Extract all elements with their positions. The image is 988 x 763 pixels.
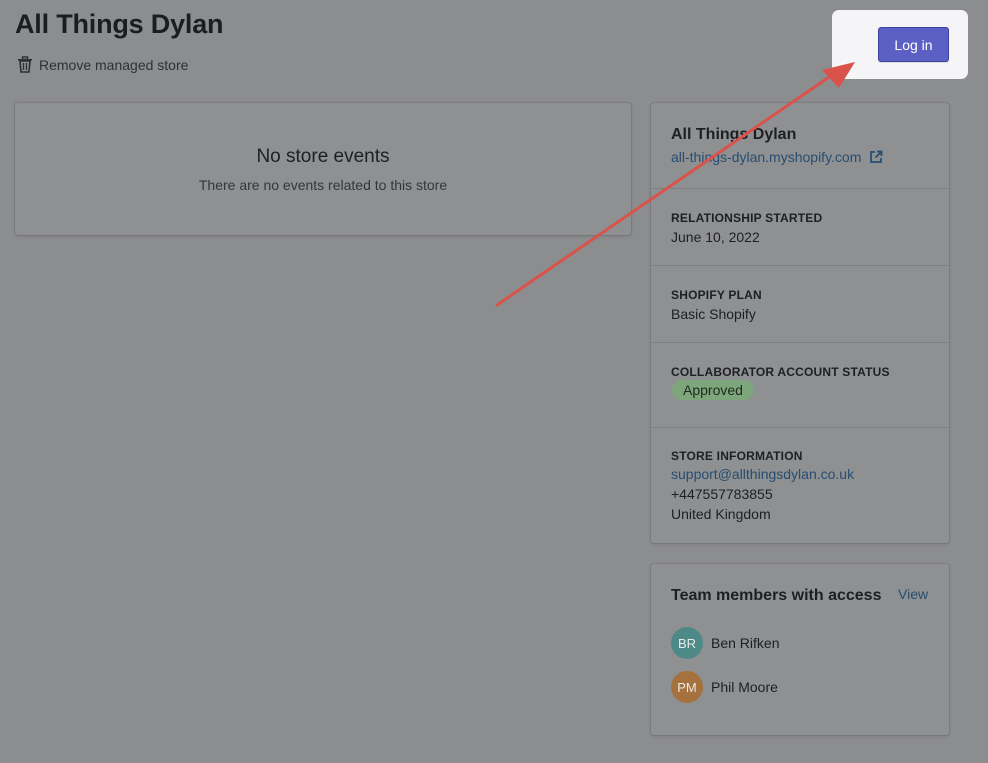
external-link-icon [870,150,883,163]
collaborator-status-section: COLLABORATOR ACCOUNT STATUS Approved [651,342,949,427]
relationship-value: June 10, 2022 [671,229,760,245]
relationship-section: RELATIONSHIP STARTED June 10, 2022 [651,188,949,265]
events-empty-title: No store events [256,146,390,167]
team-member-name: Ben Rifken [711,635,780,651]
store-url-link[interactable]: all-things-dylan.myshopify.com [671,149,883,165]
remove-managed-store-label: Remove managed store [39,56,189,73]
store-information-heading: STORE INFORMATION [671,449,803,463]
plan-section: SHOPIFY PLAN Basic Shopify [651,265,949,342]
team-members-title: Team members with access [671,587,882,604]
avatar: BR [671,627,703,659]
store-events-card: No store events There are no events rela… [15,103,631,235]
store-summary-section: All Things Dylan all-things-dylan.myshop… [651,103,949,188]
store-email-link[interactable]: support@allthingsdylan.co.uk [671,466,854,482]
team-member: PM Phil Moore [671,671,778,703]
relationship-heading: RELATIONSHIP STARTED [671,211,823,225]
plan-heading: SHOPIFY PLAN [671,288,762,302]
team-members-card: Team members with access View BR Ben Rif… [651,564,949,735]
store-name: All Things Dylan [671,126,797,143]
remove-managed-store-button[interactable]: Remove managed store [17,56,188,73]
avatar: PM [671,671,703,703]
page-title: All Things Dylan [15,9,224,39]
store-phone: +447557783855 [671,486,773,502]
collaborator-status-heading: COLLABORATOR ACCOUNT STATUS [671,365,890,379]
login-button[interactable]: Log in [878,27,949,62]
view-team-link[interactable]: View [898,586,928,602]
store-url-text: all-things-dylan.myshopify.com [671,149,862,165]
events-empty-subtitle: There are no events related to this stor… [198,177,448,193]
trash-icon [18,56,32,73]
team-member: BR Ben Rifken [671,627,779,659]
store-details-card: All Things Dylan all-things-dylan.myshop… [651,103,949,543]
status-badge: Approved [672,380,754,400]
team-member-name: Phil Moore [711,679,778,695]
store-country: United Kingdom [671,506,771,522]
store-information-section: STORE INFORMATION support@allthingsdylan… [651,427,949,543]
plan-value: Basic Shopify [671,306,756,322]
